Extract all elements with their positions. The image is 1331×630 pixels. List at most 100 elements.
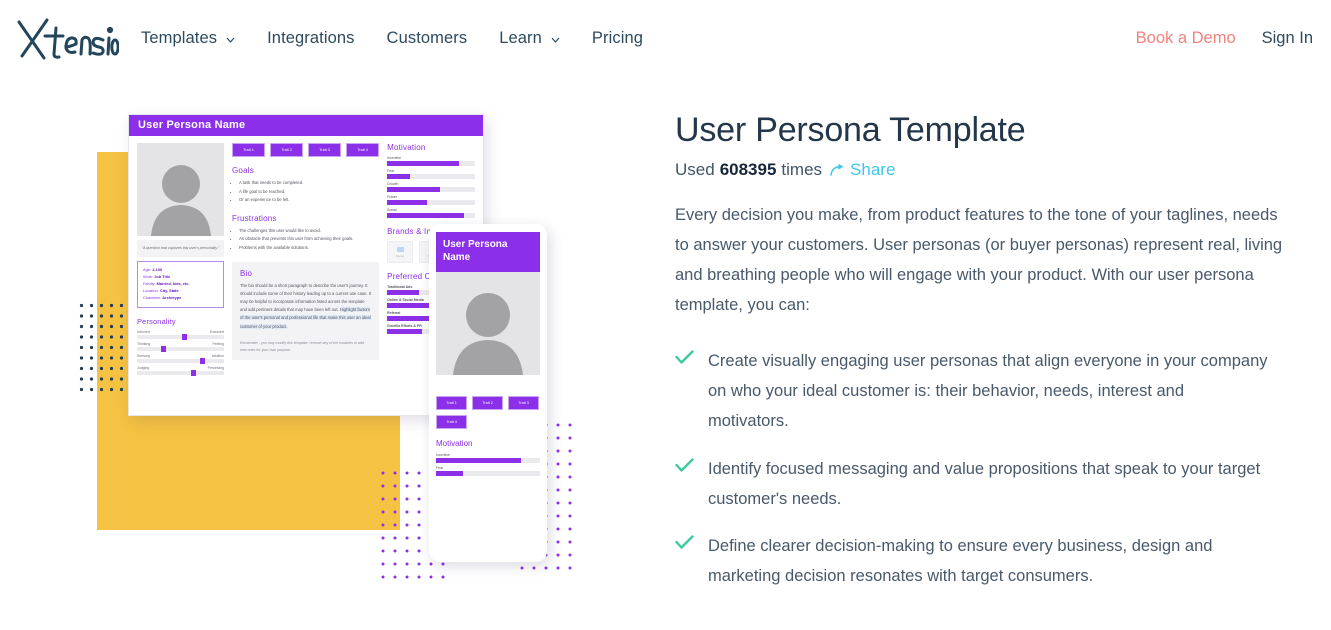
slider-knob[interactable]: [182, 333, 188, 340]
phone-card-title: User Persona Name: [436, 232, 540, 272]
benefits-list: Create visually engaging user personas t…: [675, 346, 1305, 590]
trait-tag[interactable]: Trait 2: [270, 143, 303, 157]
trait-tag-row: Trait 1 Trait 2 Trait 3 Trait 4: [232, 143, 379, 157]
bar-track[interactable]: [387, 213, 475, 218]
check-icon: [675, 531, 694, 550]
brand-card[interactable]: Name: [387, 241, 414, 263]
sign-in-link[interactable]: Sign In: [1262, 29, 1313, 48]
goals-list: A task that needs to be completed. A lif…: [239, 179, 379, 205]
bar-fill: [387, 316, 430, 321]
bio-heading: Bio: [240, 268, 253, 278]
list-item: Create visually engaging user personas t…: [675, 346, 1305, 436]
site-header: Templates Integrations Customers Learn P…: [0, 0, 1331, 82]
slider-knob[interactable]: [190, 369, 196, 376]
persona-demographics: Age: 1-100 Work: Job Title Family: Marri…: [137, 261, 224, 308]
list-item: Define clearer decision-making to ensure…: [675, 531, 1305, 591]
nav-item-integrations[interactable]: Integrations: [251, 29, 370, 48]
template-preview-visual: User Persona Name "A question that captu…: [0, 82, 660, 630]
persona-phone-mockup[interactable]: User Persona Name Trait 1 Trait 2 Trait …: [429, 224, 547, 562]
motivation-bar: Growth: [387, 182, 475, 192]
bar-track[interactable]: [387, 200, 475, 205]
slider-track[interactable]: [137, 345, 224, 352]
used-count: 608395: [719, 160, 777, 180]
motivation-bar: Power: [387, 195, 475, 205]
bar-fill: [387, 213, 464, 218]
share-button[interactable]: Share: [830, 160, 895, 180]
bio-text: The bio should be a short paragraph to d…: [240, 282, 372, 329]
header-actions: Book a Demo Sign In: [1136, 29, 1313, 48]
used-prefix: Used: [675, 160, 715, 180]
trait-tag[interactable]: Trait 2: [472, 396, 503, 410]
list-item: Or an experience to be felt.: [239, 196, 379, 205]
bar-fill: [387, 187, 440, 192]
nav-item-customers[interactable]: Customers: [371, 29, 484, 48]
bio-box: Bio The bio should be a short paragraph …: [232, 261, 380, 361]
personality-slider: Thinking Feeling: [137, 342, 224, 352]
list-item: A task that needs to be completed.: [239, 179, 379, 188]
demographic-row: Age: 1-100: [143, 267, 163, 273]
slider-knob[interactable]: [199, 357, 205, 364]
nav-label-integrations: Integrations: [267, 29, 355, 47]
template-details: User Persona Template Used 608395 times …: [675, 82, 1305, 630]
persona-middle-column: Trait 1 Trait 2 Trait 3 Trait 4 Goals A …: [232, 143, 380, 378]
dot-grid-decor-dark: [79, 303, 129, 403]
trait-tag[interactable]: Trait 1: [232, 143, 265, 157]
persona-card-title: User Persona Name: [129, 115, 483, 136]
share-icon: [830, 163, 846, 177]
bar-fill: [436, 458, 522, 463]
avatar: [137, 143, 224, 236]
list-item: An obstacle that prevents this user from…: [239, 235, 379, 244]
bar-fill: [387, 329, 423, 334]
slider-track[interactable]: [137, 333, 224, 340]
nav-label-pricing: Pricing: [591, 29, 644, 47]
template-description: Every decision you make, from product fe…: [675, 206, 1283, 315]
list-item: A life goal to be reached.: [239, 188, 379, 197]
bar-track[interactable]: [436, 458, 540, 463]
motivation-heading: Motivation: [387, 143, 426, 152]
nav-item-pricing[interactable]: Pricing: [576, 29, 659, 48]
bar-fill: [387, 200, 427, 205]
slider-track[interactable]: [137, 369, 224, 376]
trait-tag[interactable]: Trait 3: [508, 396, 539, 410]
slider-knob[interactable]: [161, 345, 167, 352]
nav-label-customers: Customers: [386, 29, 468, 47]
bar-track[interactable]: [387, 161, 475, 166]
bar-track[interactable]: [387, 174, 475, 179]
slider-track[interactable]: [137, 357, 224, 364]
list-item: The challenges this user would like to a…: [239, 227, 379, 236]
bar-track[interactable]: [436, 471, 540, 476]
demographic-row: Location: City, State: [143, 287, 179, 293]
trait-tag[interactable]: Trait 4: [436, 415, 467, 429]
persona-quote: "A question that captures this user's pe…: [137, 240, 224, 258]
goals-heading: Goals: [232, 166, 254, 175]
frustrations-heading: Frustrations: [232, 213, 277, 223]
personality-slider: Judging Perceiving: [137, 366, 224, 376]
bar-track[interactable]: [387, 187, 475, 192]
list-item: Problems with the available solutions.: [239, 244, 379, 253]
personality-slider: Introvert Extrovert: [137, 330, 224, 340]
nav-item-templates[interactable]: Templates: [141, 29, 251, 48]
demographic-row: Work: Job Title: [143, 274, 171, 280]
check-icon: [675, 346, 694, 365]
nav-label-templates: Templates: [141, 29, 218, 47]
trait-tag[interactable]: Trait 4: [346, 143, 379, 157]
trait-tag[interactable]: Trait 1: [436, 396, 467, 410]
share-label: Share: [850, 160, 896, 180]
personality-heading: Personality: [137, 316, 176, 326]
phone-motivation-bar: Fear: [436, 466, 540, 476]
book-a-demo-link[interactable]: Book a Demo: [1136, 29, 1236, 48]
bio-note: Remember - you may modify this template,…: [240, 340, 365, 352]
phone-motivation-bar: Incentive: [436, 453, 540, 463]
frustrations-list: The challenges this user would like to a…: [239, 227, 379, 253]
chevron-down-icon: [226, 37, 235, 43]
demographic-row: Family: Married, kids, etc.: [143, 281, 190, 287]
nav-item-learn[interactable]: Learn: [483, 29, 576, 48]
list-item: Identify focused messaging and value pro…: [675, 454, 1305, 514]
trait-tag[interactable]: Trait 3: [308, 143, 341, 157]
chevron-down-icon: [551, 37, 560, 43]
phone-trait-row: Trait 1 Trait 2 Trait 3 Trait 4: [436, 396, 540, 429]
check-icon: [675, 454, 694, 473]
motivation-bar: Social: [387, 208, 475, 218]
motivation-bar: Fear: [387, 169, 475, 179]
xtensio-logo[interactable]: [14, 14, 119, 62]
